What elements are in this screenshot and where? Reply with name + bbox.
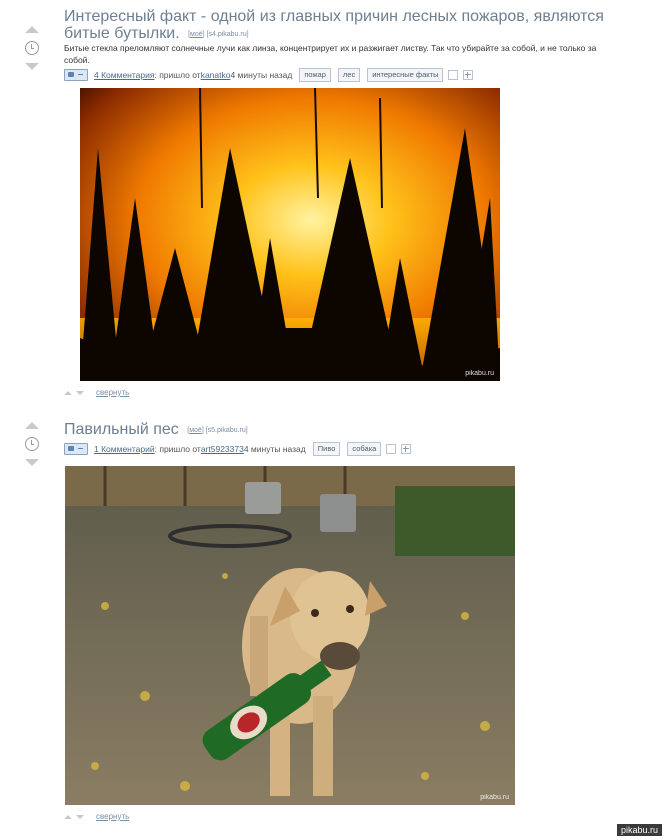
- forest-fire-illustration: [80, 88, 500, 381]
- clock-icon: [25, 41, 39, 55]
- camera-icon[interactable]: [64, 69, 88, 81]
- image-watermark: pikabu.ru: [465, 370, 494, 377]
- clock-icon: [25, 437, 39, 451]
- from-text: : пришло от: [154, 70, 201, 80]
- comments-link[interactable]: 1 Комментарий: [94, 443, 155, 455]
- tag[interactable]: пожар: [299, 68, 331, 82]
- downvote-icon[interactable]: [25, 459, 39, 466]
- source-host[interactable]: [s4.pikabu.ru]: [207, 31, 249, 38]
- footer-watermark: pikabu.ru: [616, 824, 662, 836]
- from-text: : пришло от: [154, 444, 201, 454]
- post-title-text[interactable]: Павильный пес: [64, 421, 179, 438]
- collapse-link[interactable]: свернуть: [96, 388, 129, 397]
- downvote-icon[interactable]: [25, 63, 39, 70]
- author-link[interactable]: kanatko: [201, 69, 231, 81]
- tag[interactable]: Пиво: [312, 442, 341, 456]
- image-watermark: pikabu.ru: [480, 794, 509, 801]
- post-title[interactable]: Интересный факт - одной из главных причи…: [64, 8, 624, 43]
- source-moe-link[interactable]: моё: [190, 31, 203, 38]
- vote-column: [22, 26, 42, 70]
- mini-downvote-icon[interactable]: [76, 390, 84, 395]
- source-moe-link[interactable]: моё: [189, 427, 202, 434]
- collapse-link[interactable]: свернуть: [96, 812, 129, 821]
- upvote-icon[interactable]: [25, 26, 39, 33]
- post-time: 4 минуты назад: [230, 70, 293, 80]
- dog-with-bottle-illustration: [65, 466, 515, 805]
- hide-post-icon[interactable]: [386, 444, 397, 454]
- upvote-icon[interactable]: [25, 422, 39, 429]
- vote-column: [22, 422, 42, 466]
- collapse-row: свернуть: [64, 388, 129, 397]
- mini-upvote-icon[interactable]: [64, 814, 72, 819]
- post-meta: 4 Комментария : пришло от kanatko 4 мину…: [64, 68, 474, 82]
- hide-post-icon[interactable]: [448, 70, 459, 80]
- mini-downvote-icon[interactable]: [76, 814, 84, 819]
- tag[interactable]: интересные факты: [367, 68, 444, 82]
- post-source: [моё] [s5.pikabu.ru]: [187, 427, 248, 434]
- source-host[interactable]: [s5.pikabu.ru]: [206, 427, 248, 434]
- post-title[interactable]: Павильный пес [моё] [s5.pikabu.ru]: [64, 421, 248, 439]
- author-link[interactable]: art5923373: [201, 443, 244, 455]
- post-image-forest-fire: pikabu.ru: [80, 88, 500, 381]
- tag[interactable]: лес: [337, 68, 361, 82]
- camera-icon[interactable]: [64, 443, 88, 455]
- post-time: 4 минуты назад: [243, 444, 306, 454]
- post-meta: 1 Комментарий : пришло от art5923373 4 м…: [64, 442, 412, 456]
- tag[interactable]: собака: [347, 442, 382, 456]
- collapse-row: свернуть: [64, 812, 129, 821]
- post-source: [моё] [s4.pikabu.ru]: [188, 31, 249, 38]
- post-title-text[interactable]: Интересный факт - одной из главных причи…: [64, 8, 604, 42]
- save-post-icon[interactable]: [401, 444, 412, 454]
- mini-upvote-icon[interactable]: [64, 390, 72, 395]
- post-description: Битые стекла преломляют солнечные лучи к…: [64, 43, 597, 65]
- save-post-icon[interactable]: [463, 70, 474, 80]
- comments-link[interactable]: 4 Комментария: [94, 69, 154, 81]
- post-image-dog-with-bottle: pikabu.ru: [65, 466, 515, 805]
